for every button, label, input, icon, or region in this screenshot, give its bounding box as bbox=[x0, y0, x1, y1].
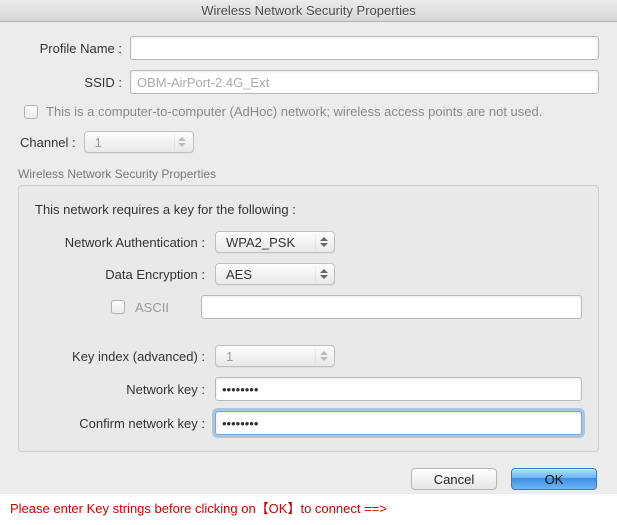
keyindex-value: 1 bbox=[226, 349, 233, 364]
ssid-input[interactable] bbox=[130, 70, 599, 94]
hint-text: Please enter Key strings before clicking… bbox=[0, 494, 617, 525]
confirm-key-label: Confirm network key : bbox=[35, 416, 215, 431]
auth-label: Network Authentication : bbox=[35, 235, 215, 250]
ok-button[interactable]: OK bbox=[511, 468, 597, 490]
channel-label: Channel : bbox=[20, 135, 76, 150]
profile-name-label: Profile Name : bbox=[18, 41, 130, 56]
adhoc-label: This is a computer-to-computer (AdHoc) n… bbox=[46, 104, 542, 119]
chevron-updown-icon bbox=[174, 134, 190, 150]
ssid-label: SSID : bbox=[18, 75, 130, 90]
confirm-key-input[interactable] bbox=[215, 411, 582, 435]
chevron-updown-icon bbox=[315, 234, 331, 250]
adhoc-checkbox[interactable] bbox=[24, 105, 38, 119]
ascii-checkbox[interactable] bbox=[111, 300, 125, 314]
channel-value: 1 bbox=[95, 135, 102, 150]
auth-value: WPA2_PSK bbox=[226, 235, 295, 250]
keyindex-select[interactable]: 1 bbox=[215, 345, 335, 367]
profile-name-input[interactable] bbox=[130, 36, 599, 60]
cancel-button[interactable]: Cancel bbox=[411, 468, 497, 490]
button-row: Cancel OK bbox=[0, 458, 617, 494]
chevron-updown-icon bbox=[315, 348, 331, 364]
security-group: This network requires a key for the foll… bbox=[18, 185, 599, 452]
dialog-body: Profile Name : SSID : This is a computer… bbox=[0, 22, 617, 458]
chevron-updown-icon bbox=[315, 266, 331, 282]
window-title: Wireless Network Security Properties bbox=[0, 0, 617, 22]
network-key-input[interactable] bbox=[215, 377, 582, 401]
encryption-value: AES bbox=[226, 267, 252, 282]
encryption-label: Data Encryption : bbox=[35, 267, 215, 282]
auth-select[interactable]: WPA2_PSK bbox=[215, 231, 335, 253]
group-heading: This network requires a key for the foll… bbox=[35, 202, 582, 217]
keyindex-label: Key index (advanced) : bbox=[35, 349, 215, 364]
channel-select[interactable]: 1 bbox=[84, 131, 194, 153]
group-legend: Wireless Network Security Properties bbox=[18, 167, 599, 181]
ascii-input[interactable] bbox=[201, 295, 582, 319]
network-key-label: Network key : bbox=[35, 382, 215, 397]
ascii-label: ASCII bbox=[135, 300, 201, 315]
encryption-select[interactable]: AES bbox=[215, 263, 335, 285]
